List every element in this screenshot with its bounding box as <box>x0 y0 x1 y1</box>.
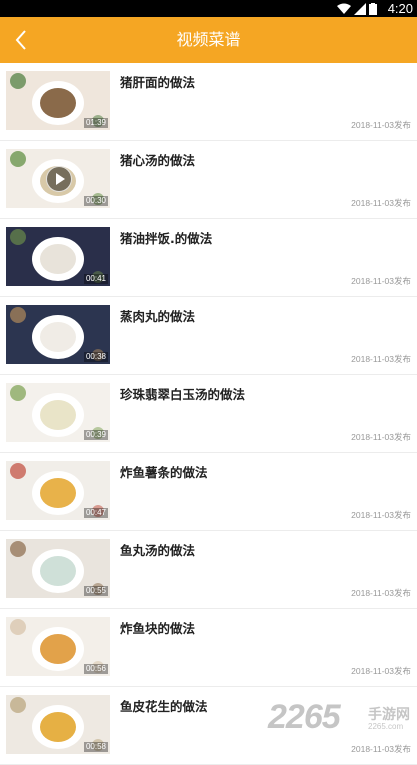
video-duration: 00:41 <box>83 274 108 284</box>
recipe-title: 猪油拌饭.的做法 <box>120 231 213 246</box>
recipe-list-item[interactable]: 00:41 猪油拌饭.的做法 2018-11-03发布 <box>0 219 417 297</box>
watermark-name: 手游网 <box>368 706 410 722</box>
wifi-icon <box>337 3 351 14</box>
recipe-list-item[interactable]: 00:55 鱼丸汤的做法 2018-11-03发布 <box>0 531 417 609</box>
status-icons <box>337 2 377 15</box>
recipe-title: 蒸肉丸的做法 <box>120 309 196 324</box>
recipe-thumbnail[interactable]: 00:56 <box>6 617 110 676</box>
recipe-thumbnail[interactable]: 00:39 <box>6 383 110 442</box>
video-duration: 00:58 <box>83 742 108 752</box>
publish-date: 2018-11-03发布 <box>351 744 411 754</box>
recipe-list-item[interactable]: 00:47 炸鱼薯条的做法 2018-11-03发布 <box>0 453 417 531</box>
watermark-url: 2265.com <box>368 722 404 731</box>
video-duration: 00:55 <box>83 586 108 596</box>
video-duration: 00:47 <box>83 508 108 518</box>
video-duration: 00:56 <box>83 664 108 674</box>
publish-date: 2018-11-03发布 <box>351 588 411 598</box>
publish-date: 2018-11-03发布 <box>351 198 411 208</box>
status-time: 4:20 <box>387 1 413 16</box>
video-duration: 00:38 <box>83 352 108 362</box>
publish-date: 2018-11-03发布 <box>351 276 411 286</box>
publish-date: 2018-11-03发布 <box>351 666 411 676</box>
page-title: 视频菜谱 <box>176 30 241 49</box>
watermark-logo: 2265 手游网 2265.com <box>268 698 417 738</box>
recipe-list-item[interactable]: 00:38 蒸肉丸的做法 2018-11-03发布 <box>0 297 417 375</box>
recipe-thumbnail[interactable]: 00:30 <box>6 149 110 208</box>
recipe-title: 鱼丸汤的做法 <box>120 543 196 558</box>
recipe-thumbnail[interactable]: 00:55 <box>6 539 110 598</box>
recipe-thumbnail[interactable]: 00:58 <box>6 695 110 754</box>
recipe-title: 珍珠翡翠白玉汤的做法 <box>120 387 246 402</box>
battery-icon <box>369 2 377 15</box>
app-bar: 视频菜谱 <box>0 17 417 63</box>
recipe-title: 炸鱼块的做法 <box>120 621 196 636</box>
watermark-number: 2265 <box>268 698 341 736</box>
recipe-thumbnail[interactable]: 00:41 <box>6 227 110 286</box>
recipe-thumbnail[interactable]: 00:47 <box>6 461 110 520</box>
status-bar: 4:20 <box>0 0 417 17</box>
publish-date: 2018-11-03发布 <box>351 354 411 364</box>
recipe-title: 炸鱼薯条的做法 <box>120 465 208 480</box>
recipe-thumbnail[interactable]: 01:39 <box>6 71 110 130</box>
recipe-title: 鱼皮花生的做法 <box>120 699 208 714</box>
recipe-list-item[interactable]: 00:56 炸鱼块的做法 2018-11-03发布 <box>0 609 417 687</box>
video-duration: 00:30 <box>83 196 108 206</box>
recipe-thumbnail[interactable]: 00:38 <box>6 305 110 364</box>
recipe-list-item[interactable]: 01:39 猪肝面的做法 2018-11-03发布 <box>0 63 417 141</box>
video-duration: 00:39 <box>83 430 108 440</box>
publish-date: 2018-11-03发布 <box>351 120 411 130</box>
recipe-list-item[interactable]: 00:39 珍珠翡翠白玉汤的做法 2018-11-03发布 <box>0 375 417 453</box>
recipe-video-list: 01:39 猪肝面的做法 2018-11-03发布 00:30 猪心汤的做法 2018-1… <box>0 63 417 765</box>
recipe-title: 猪肝面的做法 <box>120 75 196 90</box>
video-duration: 01:39 <box>83 118 108 128</box>
recipe-list-item[interactable]: 00:30 猪心汤的做法 2018-11-03发布 <box>0 141 417 219</box>
publish-date: 2018-11-03发布 <box>351 510 411 520</box>
recipe-title: 猪心汤的做法 <box>120 153 196 168</box>
publish-date: 2018-11-03发布 <box>351 432 411 442</box>
signal-icon <box>354 2 366 15</box>
play-icon[interactable] <box>46 166 72 192</box>
